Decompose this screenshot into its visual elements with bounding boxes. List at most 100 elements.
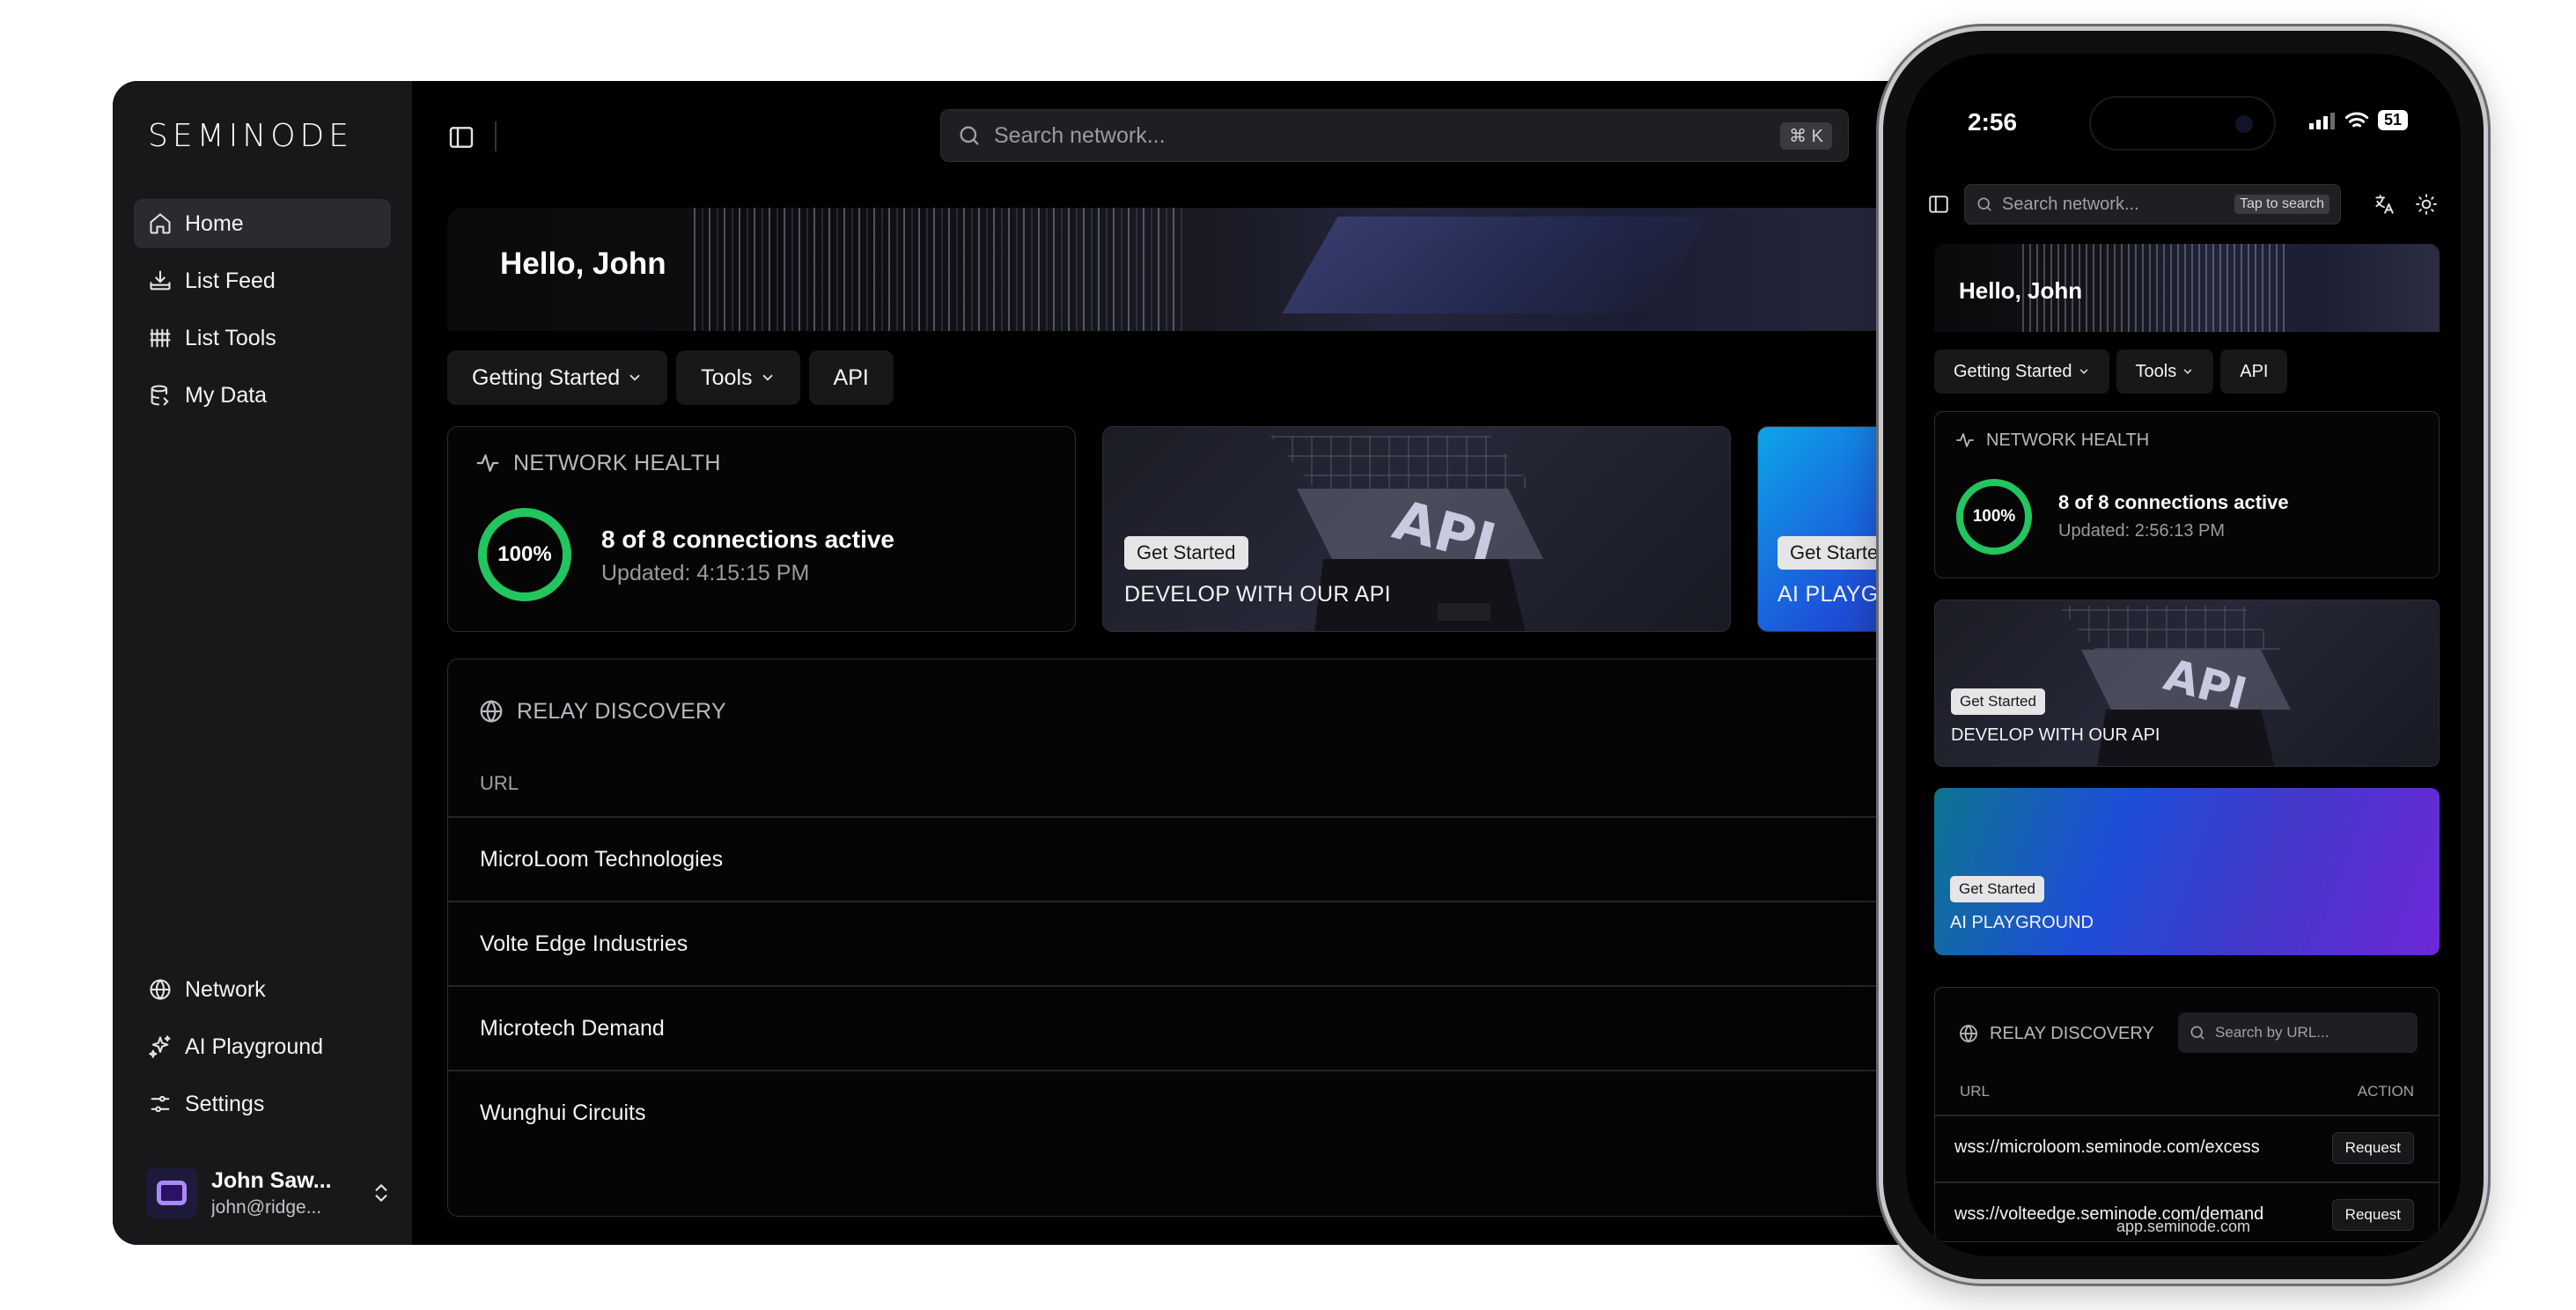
chip-api[interactable]: API [2220, 350, 2288, 394]
health-updated: Updated: 4:15:15 PM [601, 561, 810, 585]
network-health-card: NETWORK HEALTH 100% 8 of 8 connections a… [447, 426, 1076, 632]
phone-screen: 2:56 51 Search network... Tap to search … [1906, 54, 2461, 1256]
column-header-url: URL [1960, 1083, 1991, 1100]
topbar-divider [495, 121, 497, 151]
health-status: 8 of 8 connections active [601, 526, 894, 553]
table-row[interactable]: Wunghui Circuits [448, 1070, 1997, 1154]
chip-tools[interactable]: Tools [2116, 350, 2214, 394]
card-title: NETWORK HEALTH [1986, 430, 2150, 450]
search-icon [960, 126, 979, 145]
sidebar-item-label: Home [185, 210, 244, 236]
translate-icon[interactable] [2373, 193, 2396, 216]
avatar [146, 1167, 197, 1218]
database-icon [151, 385, 169, 406]
signal-icon [2308, 112, 2335, 129]
hero-banner: Hello, John [447, 208, 1997, 331]
globe-icon [150, 978, 171, 1001]
home-icon [150, 213, 171, 234]
user-email: john@ridge... [211, 1196, 322, 1218]
get-started-badge: Get Started [1124, 536, 1248, 570]
request-button[interactable]: Request [2331, 1132, 2414, 1164]
hero-greeting: Hello, John [500, 247, 666, 281]
card-title: RELAY DISCOVERY [517, 698, 726, 724]
hero-banner: Hello, John [1934, 244, 2440, 332]
health-ring: 100% [1956, 479, 2032, 555]
quick-nav-chips: Getting Started Tools API [447, 350, 894, 405]
activity-icon [476, 454, 499, 472]
seminode-logo[interactable]: SEMINODE [148, 118, 353, 154]
user-menu[interactable]: John Saw... john@ridge... [146, 1162, 393, 1224]
sidebar-item-network[interactable]: Network [134, 965, 391, 1014]
inbox-download-icon [150, 270, 171, 291]
hero-greeting: Hello, John [1959, 277, 2083, 304]
relay-url: wss://microloom.seminode.com/excess [1954, 1137, 2260, 1157]
battery-icon: 51 [2377, 110, 2408, 130]
table-row[interactable]: MicroLoom Technologies [448, 816, 1997, 901]
sidebar-item-ai-playground[interactable]: AI Playground [134, 1022, 391, 1071]
promo-card-ai-playground[interactable]: Get Started AI PLAYGROUND [1934, 788, 2440, 955]
sidebar-item-label: List Tools [185, 325, 276, 350]
health-updated: Updated: 2:56:13 PM [2058, 521, 2226, 541]
chip-tools[interactable]: Tools [676, 350, 800, 405]
column-header-action: ACTION [2357, 1083, 2414, 1100]
globe-icon [480, 700, 503, 723]
search-placeholder: Search network... [994, 122, 1166, 148]
sidebar-item-label: Settings [185, 1091, 265, 1116]
search-input[interactable]: Search network... Tap to search [1964, 184, 2341, 224]
chevron-down-icon [762, 374, 772, 381]
promo-card-api[interactable]: API Get Started DEVELOP WITH OUR API [1102, 426, 1731, 632]
promo-title: AI PLAYGROUND [1950, 913, 2094, 932]
search-input[interactable]: Search network... ⌘ K [940, 109, 1849, 162]
sidebar-toggle-icon[interactable] [1927, 193, 1950, 216]
column-header-url: URL [480, 772, 519, 794]
sidebar-item-label: List Feed [185, 268, 276, 293]
card-title: NETWORK HEALTH [513, 450, 721, 475]
activity-icon [1956, 433, 1974, 447]
browser-url-bar[interactable]: app.seminode.com [1906, 1218, 2461, 1236]
sidebar-item-home[interactable]: Home [134, 199, 391, 248]
chip-getting-started[interactable]: Getting Started [447, 350, 668, 405]
get-started-badge: Get Started [1950, 876, 2044, 902]
chip-api[interactable]: API [808, 350, 894, 405]
sidebar-item-label: My Data [185, 382, 268, 408]
sidebar-item-label: Network [185, 976, 266, 1002]
sidebar-item-my-data[interactable]: My Data [134, 371, 391, 420]
sidebar-item-settings[interactable]: Settings [134, 1079, 391, 1129]
tap-to-search-badge: Tap to search [2234, 195, 2329, 214]
chevron-up-down-icon[interactable] [370, 1181, 393, 1204]
sidebar-nav-primary: Home List Feed List Tools My Data [134, 199, 391, 428]
sun-icon[interactable] [2415, 193, 2438, 216]
search-icon [2190, 1026, 2204, 1040]
promo-title: DEVELOP WITH OUR API [1951, 725, 2160, 745]
desktop-window: SEMINODE Home List Feed List Tools My Da… [113, 81, 1997, 1245]
relay-search-input[interactable]: Search by URL... [2178, 1012, 2418, 1053]
network-health-card: NETWORK HEALTH 100% 8 of 8 connections a… [1934, 411, 2440, 578]
sliders-icon [151, 1095, 170, 1113]
relay-discovery-card: RELAY DISCOVERY URL MicroLoom Technologi… [447, 659, 1997, 1217]
table-row[interactable]: Microtech Demand [448, 985, 1997, 1070]
search-placeholder: Search network... [2002, 194, 2139, 214]
chip-getting-started[interactable]: Getting Started [1934, 350, 2109, 394]
wifi-icon [2344, 112, 2369, 127]
globe-icon [1960, 1024, 1977, 1043]
health-ring: 100% [478, 508, 571, 601]
sparkles-icon [149, 1035, 171, 1058]
sidebar-toggle-icon[interactable] [447, 123, 475, 151]
relay-search-placeholder: Search by URL... [2215, 1024, 2329, 1041]
chevron-down-icon [2183, 369, 2192, 374]
sidebar-nav-secondary: Network AI Playground Settings [134, 965, 391, 1137]
promo-card-api[interactable]: API Get Started DEVELOP WITH OUR API [1934, 600, 2440, 767]
search-icon [1977, 197, 1991, 211]
sidebar-item-label: AI Playground [185, 1034, 324, 1059]
get-started-badge: Get Started [1951, 688, 2045, 715]
card-title: RELAY DISCOVERY [1990, 1023, 2154, 1043]
sidebar-item-list-tools[interactable]: List Tools [134, 313, 391, 363]
sidebar-item-list-feed[interactable]: List Feed [134, 256, 391, 305]
quick-nav-chips: Getting Started Tools API [1934, 350, 2288, 394]
chevron-down-icon [629, 374, 640, 381]
table-row[interactable]: Volte Edge Industries [448, 901, 1997, 985]
grid-tools-icon [150, 328, 171, 348]
chevron-down-icon [2079, 369, 2087, 374]
health-status: 8 of 8 connections active [2058, 491, 2289, 513]
dynamic-island [2089, 96, 2276, 151]
